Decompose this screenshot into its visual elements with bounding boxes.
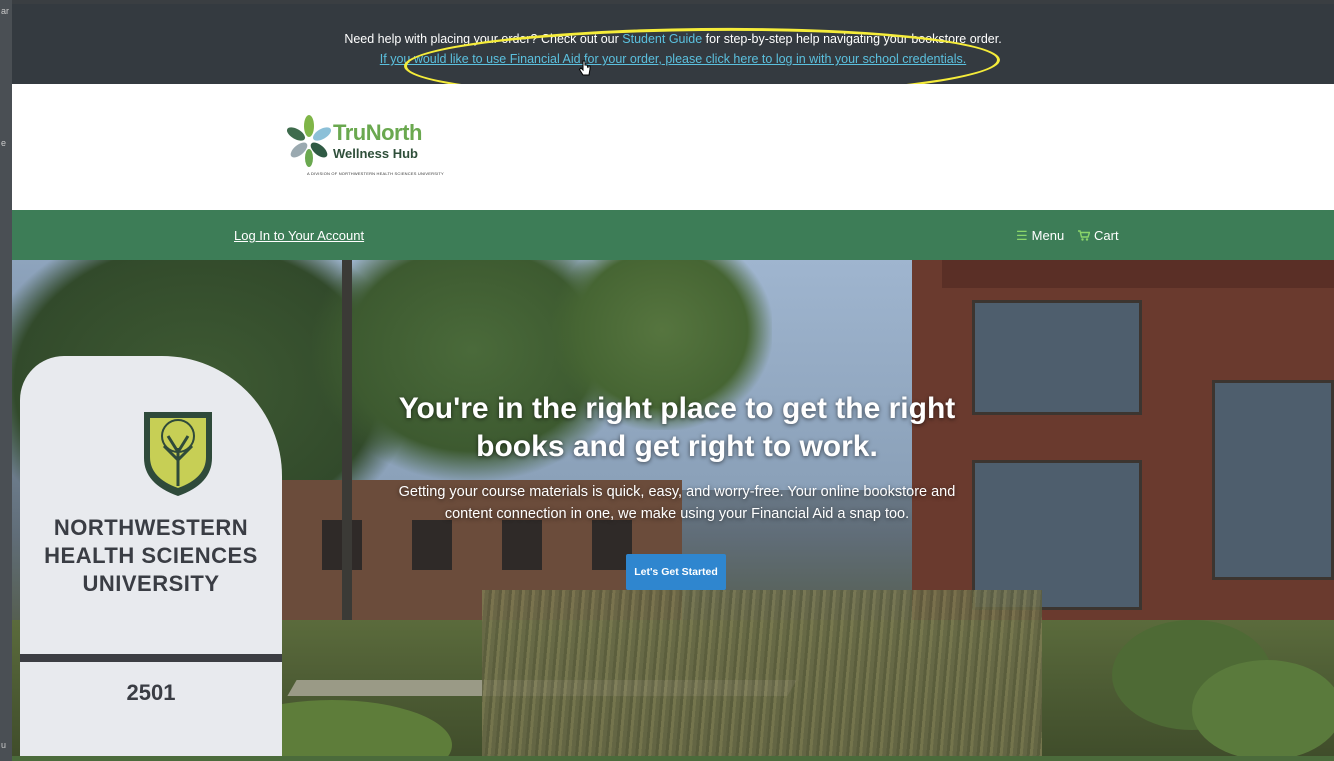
screen-frame: ar e u Need help with placing your order… — [0, 0, 1334, 761]
brand-header: TruNorth Wellness Hub A DIVISION OF NORT… — [12, 84, 1334, 210]
bookstore-page: Need help with placing your order? Check… — [12, 4, 1334, 761]
cart-icon — [1078, 230, 1091, 241]
edge-label-bottom: u — [1, 740, 7, 750]
menu-button[interactable]: ☰ Menu — [1016, 228, 1064, 244]
trunorth-logo[interactable]: TruNorth Wellness Hub A DIVISION OF NORT… — [287, 114, 444, 180]
edge-label-top: ar — [1, 6, 10, 16]
get-started-button[interactable]: Let's Get Started — [626, 554, 726, 590]
logo-word-wellness-hub: Wellness Hub — [333, 146, 419, 161]
hero-shrub — [1192, 660, 1334, 760]
menu-label: Menu — [1031, 228, 1065, 243]
notice-bar: Need help with placing your order? Check… — [12, 4, 1334, 102]
hamburger-icon: ☰ — [1016, 228, 1028, 243]
building-window — [412, 520, 452, 570]
hero-body: Getting your course materials is quick, … — [398, 484, 956, 522]
building-glass — [1212, 380, 1334, 580]
sign-divider — [20, 654, 282, 662]
sign-street-number: 2501 — [126, 680, 176, 705]
university-crest-icon — [144, 412, 212, 496]
edge-label-mid: e — [1, 138, 7, 148]
sign-line-1: NORTHWESTERN — [53, 515, 249, 540]
cart-button[interactable]: Cart — [1078, 228, 1119, 243]
sign-university-name: NORTHWESTERN HEALTH SCIENCES UNIVERSITY — [20, 514, 282, 598]
hero-banner: NORTHWESTERN HEALTH SCIENCES UNIVERSITY … — [12, 260, 1334, 761]
hand-pointer-icon — [578, 60, 591, 76]
building-roof — [942, 260, 1334, 288]
bottom-edge — [12, 756, 1334, 761]
sign-line-2: HEALTH SCIENCES — [44, 543, 258, 568]
building-glass — [972, 460, 1142, 610]
hero-tall-grass — [482, 590, 1042, 761]
left-window-edge: ar e u — [0, 0, 12, 761]
building-glass — [972, 300, 1142, 415]
leaf-logo-icon — [287, 115, 331, 167]
cart-label: Cart — [1094, 228, 1119, 243]
university-sign: NORTHWESTERN HEALTH SCIENCES UNIVERSITY … — [20, 356, 282, 761]
login-link[interactable]: Log In to Your Account — [234, 228, 364, 243]
main-navbar: Log In to Your Account ☰ Menu Cart — [12, 210, 1334, 260]
hero-copy: You're in the right place to get the rig… — [392, 390, 962, 525]
building-window — [502, 520, 542, 570]
sign-line-3: UNIVERSITY — [82, 571, 220, 596]
logo-word-trunorth: TruNorth — [333, 120, 422, 145]
hero-headline: You're in the right place to get the rig… — [398, 392, 956, 463]
logo-tagline: A DIVISION OF NORTHWESTERN HEALTH SCIENC… — [307, 171, 444, 176]
